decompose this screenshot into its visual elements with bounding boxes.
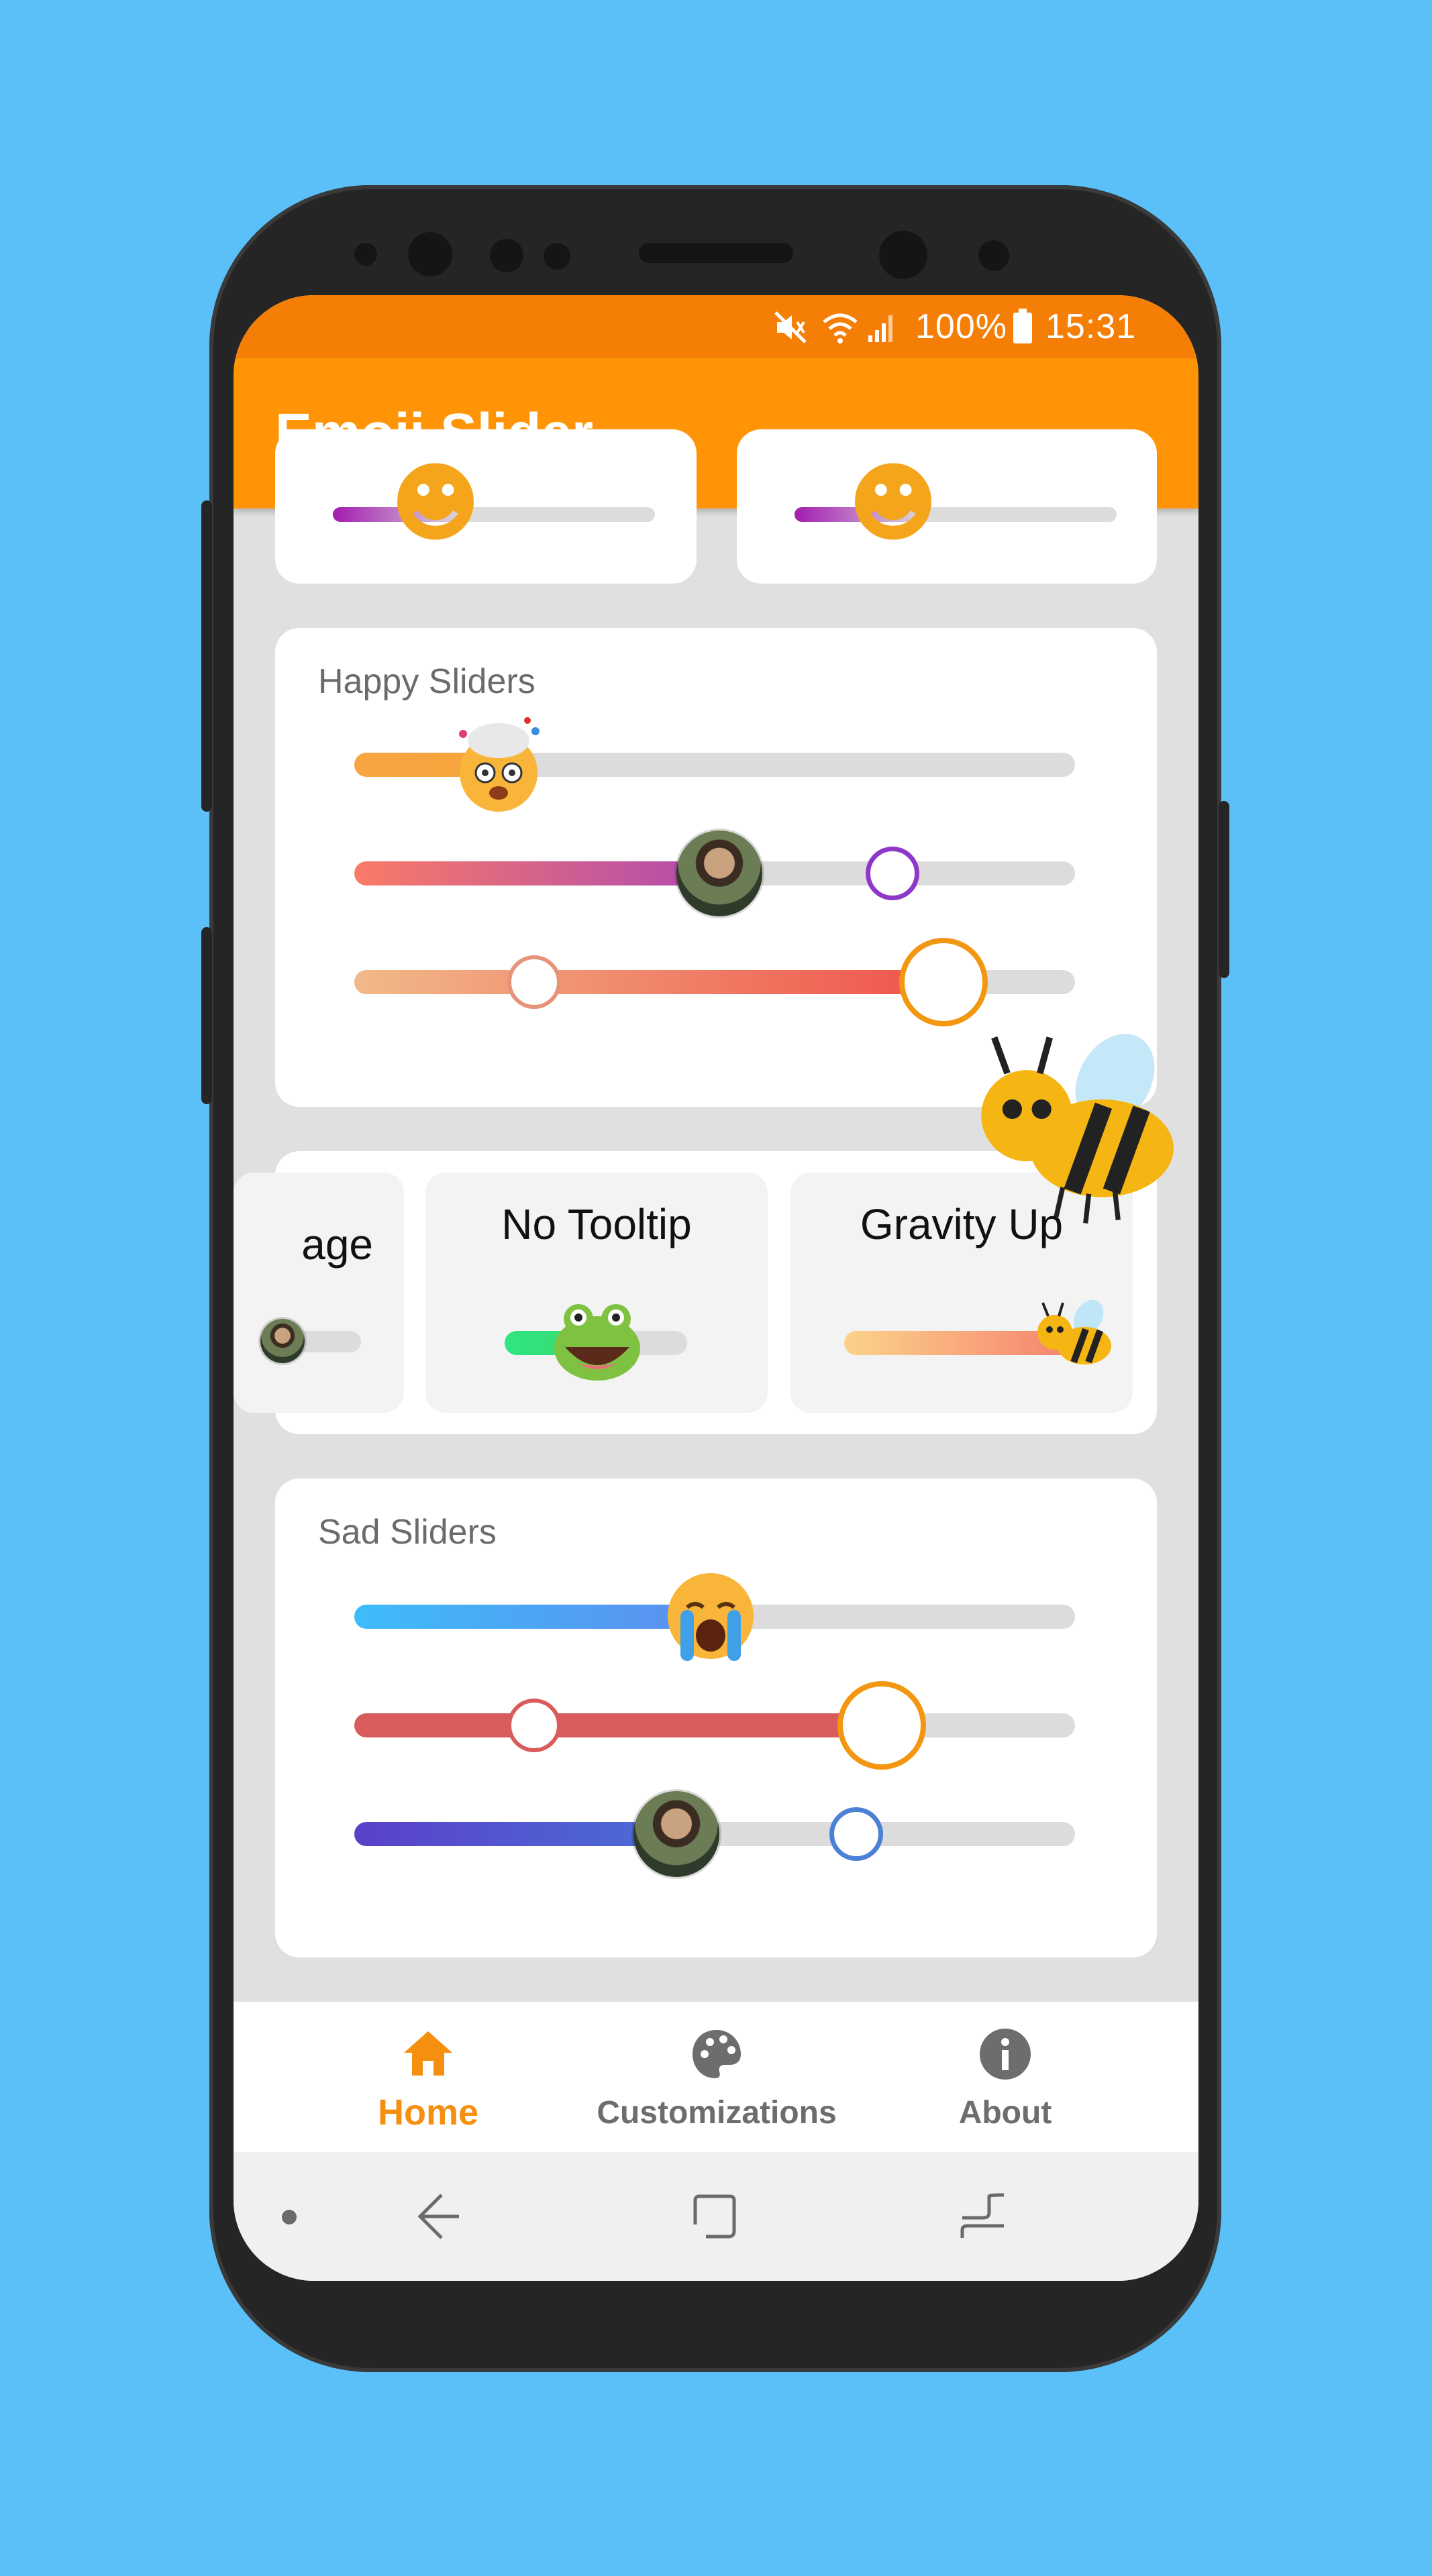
sad-sliders-card: Sad Sliders xyxy=(275,1479,1157,1957)
recents-icon[interactable] xyxy=(957,2191,1008,2242)
card-title: Happy Sliders xyxy=(318,662,535,701)
happy-slider-2-fill xyxy=(354,861,717,885)
happy-slider-2-marker xyxy=(866,847,919,900)
top-slider-left-fill xyxy=(333,507,655,522)
image-thumb xyxy=(260,1319,305,1363)
bixby-button xyxy=(201,927,212,1104)
palette-icon xyxy=(693,2030,741,2078)
screen: 100% 15:31 Emoji Slider ☻ ☻ Happy Slider… xyxy=(234,295,1198,2281)
signal-icon xyxy=(868,315,892,342)
top-card-right xyxy=(737,429,1157,584)
happy-slider-3-fill xyxy=(354,970,958,994)
smiling-face-emoji: ☻ xyxy=(390,452,481,554)
clock: 15:31 xyxy=(1045,307,1137,346)
option-label: No Tooltip xyxy=(501,1200,692,1248)
crying-face-emoji[interactable] xyxy=(660,1566,761,1666)
info-icon xyxy=(980,2029,1031,2080)
sad-slider-2-marker xyxy=(507,1699,561,1752)
status-bar: 100% 15:31 xyxy=(234,295,1198,358)
volume-button xyxy=(201,500,212,812)
mute-icon xyxy=(774,311,807,343)
option-card-no-tooltip[interactable]: No Tooltip xyxy=(425,1173,768,1413)
sensor-dot xyxy=(490,239,523,272)
orange-ring-thumb[interactable] xyxy=(837,1681,926,1770)
wifi-icon xyxy=(823,313,858,343)
happy-slider-3-marker xyxy=(507,955,561,1009)
home-square-icon[interactable] xyxy=(688,2191,739,2242)
nav-customizations[interactable]: Customizations xyxy=(582,2002,851,2152)
sensor-dot xyxy=(544,243,570,270)
home-icon xyxy=(404,2031,452,2076)
option-label: age xyxy=(301,1220,373,1269)
battery-icon xyxy=(1013,309,1032,343)
option-card-image[interactable]: age xyxy=(234,1173,404,1413)
nav-home[interactable]: Home xyxy=(301,2002,556,2152)
battery-percentage: 100% xyxy=(915,307,1007,346)
card-title: Sad Sliders xyxy=(318,1513,497,1552)
bee-emoji[interactable] xyxy=(1029,1295,1123,1382)
smiling-face-emoji: ☻ xyxy=(848,452,939,554)
sad-slider-3-marker xyxy=(829,1807,883,1861)
bottom-navigation: Home Customizations About xyxy=(234,2002,1198,2152)
sensor-dot xyxy=(408,232,452,276)
frog-emoji[interactable] xyxy=(550,1296,644,1383)
sad-slider-1-fill xyxy=(354,1605,703,1629)
orange-ring-thumb[interactable] xyxy=(899,938,988,1026)
front-camera xyxy=(879,231,927,279)
dot-icon[interactable] xyxy=(282,2210,297,2224)
sad-slider-2-fill xyxy=(354,1713,898,1737)
avatar-thumb[interactable] xyxy=(676,830,762,916)
power-button xyxy=(1219,801,1229,978)
sensor-dot xyxy=(978,240,1009,271)
exploding-head-emoji[interactable] xyxy=(448,714,549,814)
nav-label: About xyxy=(958,2095,1052,2131)
system-navigation-bar xyxy=(234,2152,1198,2281)
avatar-thumb[interactable] xyxy=(633,1791,719,1877)
floating-bee-emoji xyxy=(965,1020,1193,1241)
nav-about[interactable]: About xyxy=(905,2002,1106,2152)
earpiece-speaker xyxy=(639,243,793,263)
back-icon[interactable] xyxy=(415,2191,462,2242)
nav-label: Customizations xyxy=(597,2095,837,2131)
nav-label: Home xyxy=(377,2092,479,2133)
top-card-left xyxy=(275,429,697,584)
sensor-dot xyxy=(354,243,377,266)
